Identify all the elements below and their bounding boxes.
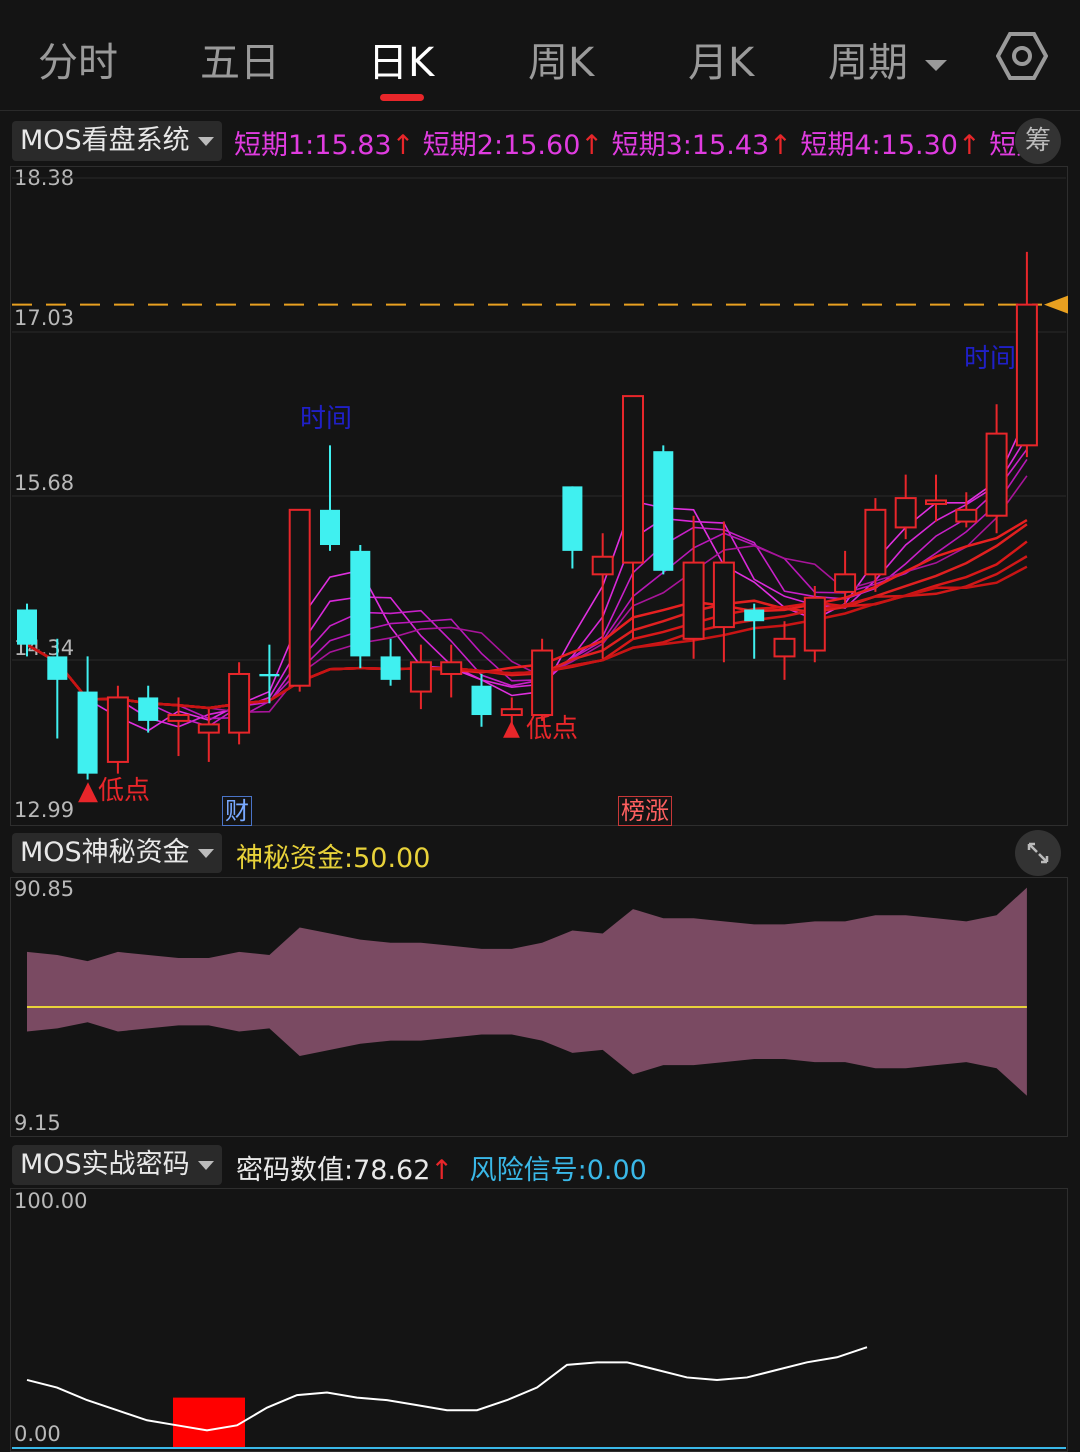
risk-signal-bar: [173, 1397, 245, 1448]
code-chart[interactable]: [0, 0, 1080, 1452]
code-value-line: [26, 1346, 868, 1432]
